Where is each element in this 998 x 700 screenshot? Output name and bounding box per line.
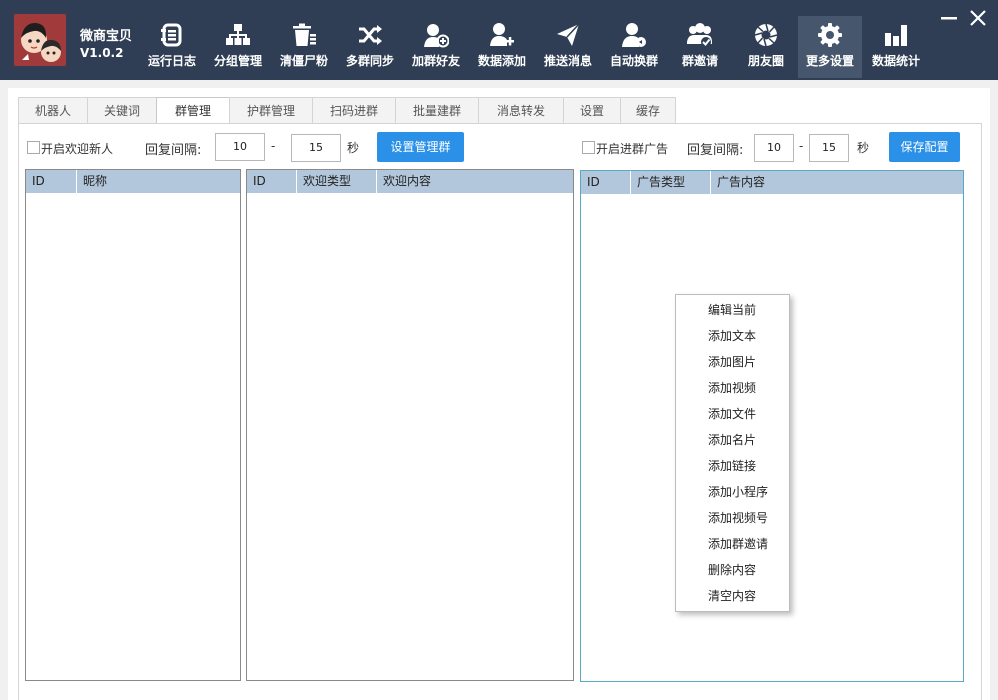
ads-interval-label: 回复间隔: bbox=[687, 143, 744, 158]
nav-label: 推送消息 bbox=[543, 54, 592, 68]
nav-group-manage[interactable]: 分组管理 bbox=[206, 18, 270, 78]
menu-add-text[interactable]: 添加文本 bbox=[676, 323, 789, 349]
welcome-interval-max-input[interactable]: 15 bbox=[291, 134, 341, 162]
ads-enable-label: 开启进群广告 bbox=[596, 142, 669, 156]
user-switch-icon bbox=[622, 23, 646, 47]
welcome-interval-min-input[interactable]: 10 bbox=[215, 133, 265, 161]
nav-data-add[interactable]: 数据添加 bbox=[470, 18, 534, 78]
send-icon bbox=[557, 23, 580, 46]
column-header-ad-type[interactable]: 广告类型 bbox=[631, 171, 711, 194]
tab-group-protect[interactable]: 护群管理 bbox=[229, 97, 313, 124]
nav-data-stats[interactable]: 数据统计 bbox=[864, 18, 928, 78]
menu-add-card[interactable]: 添加名片 bbox=[676, 427, 789, 453]
nav-multi-sync[interactable]: 多群同步 bbox=[338, 18, 402, 78]
tab-cache[interactable]: 缓存 bbox=[620, 97, 676, 124]
nav-group-invite[interactable]: 群邀请 bbox=[668, 18, 732, 78]
nav-label: 数据统计 bbox=[871, 54, 920, 68]
tab-message-forward[interactable]: 消息转发 bbox=[478, 97, 564, 124]
context-menu: 编辑当前 添加文本 添加图片 添加视频 添加文件 添加名片 添加链接 添加小程序… bbox=[675, 294, 790, 612]
menu-edit-current[interactable]: 编辑当前 bbox=[676, 297, 789, 323]
ads-interval-separator: - bbox=[799, 139, 804, 153]
minimize-button[interactable] bbox=[940, 8, 958, 26]
welcome-interval-label: 回复间隔: bbox=[145, 143, 202, 158]
column-header-welcome-type[interactable]: 欢迎类型 bbox=[297, 170, 377, 193]
welcome-interval-unit: 秒 bbox=[347, 141, 360, 155]
close-button[interactable] bbox=[968, 8, 988, 28]
app-name: 微商宝贝 bbox=[80, 29, 133, 44]
nav-label: 朋友圈 bbox=[747, 54, 784, 68]
menu-delete-content[interactable]: 删除内容 bbox=[676, 557, 789, 583]
column-header-id[interactable]: ID bbox=[26, 170, 77, 193]
set-admin-group-button[interactable]: 设置管理群 bbox=[377, 132, 464, 162]
welcome-table-header: ID 欢迎类型 欢迎内容 bbox=[247, 170, 573, 193]
app-logo bbox=[14, 14, 66, 66]
column-header-id[interactable]: ID bbox=[247, 170, 297, 193]
ads-enable-checkbox[interactable] bbox=[582, 141, 595, 154]
menu-add-file[interactable]: 添加文件 bbox=[676, 401, 789, 427]
tab-keywords[interactable]: 关键词 bbox=[87, 97, 157, 124]
nav-label: 数据添加 bbox=[477, 54, 526, 68]
tab-content: 开启欢迎新人 回复间隔: 10 - 15 秒 设置管理群 开启进群广告 回复间隔… bbox=[18, 123, 982, 700]
nav-push-message[interactable]: 推送消息 bbox=[536, 18, 600, 78]
nav-label: 自动换群 bbox=[609, 54, 658, 68]
nav-label: 多群同步 bbox=[345, 54, 394, 68]
add-user-icon bbox=[490, 23, 514, 46]
tab-group-manage[interactable]: 群管理 bbox=[156, 97, 230, 125]
tab-robot[interactable]: 机器人 bbox=[18, 97, 88, 124]
menu-add-image[interactable]: 添加图片 bbox=[676, 349, 789, 375]
welcome-enable-checkbox[interactable] bbox=[27, 141, 40, 154]
shuffle-icon bbox=[359, 25, 382, 45]
groups-table[interactable]: ID 昵称 bbox=[25, 169, 241, 681]
menu-clear-content[interactable]: 清空内容 bbox=[676, 583, 789, 609]
menu-add-channels[interactable]: 添加视频号 bbox=[676, 505, 789, 531]
column-header-welcome-content[interactable]: 欢迎内容 bbox=[377, 170, 573, 193]
aperture-icon bbox=[754, 23, 778, 47]
org-chart-icon bbox=[226, 24, 250, 45]
nav-more-settings[interactable]: 更多设置 bbox=[798, 16, 862, 78]
ads-interval-max-input[interactable]: 15 bbox=[809, 134, 849, 162]
column-header-ad-content[interactable]: 广告内容 bbox=[711, 171, 963, 194]
group-invite-icon bbox=[687, 23, 712, 47]
menu-add-group-invite[interactable]: 添加群邀请 bbox=[676, 531, 789, 557]
groups-table-header: ID 昵称 bbox=[26, 170, 240, 193]
bar-chart-icon bbox=[885, 25, 907, 46]
trash-icon bbox=[293, 23, 316, 46]
nav-label: 群邀请 bbox=[681, 54, 718, 68]
ads-interval-unit: 秒 bbox=[857, 141, 870, 155]
column-header-nickname[interactable]: 昵称 bbox=[77, 170, 240, 193]
tab-settings[interactable]: 设置 bbox=[563, 97, 621, 124]
nav-label: 分组管理 bbox=[213, 54, 262, 68]
nav-auto-switch-group[interactable]: 自动换群 bbox=[602, 18, 666, 78]
nav-label: 更多设置 bbox=[805, 54, 854, 68]
nav-run-log[interactable]: 运行日志 bbox=[140, 18, 204, 78]
nav-clean-zombies[interactable]: 清僵尸粉 bbox=[272, 18, 336, 78]
main-panel: 机器人 关键词 群管理 护群管理 扫码进群 批量建群 消息转发 设置 缓存 开启… bbox=[8, 88, 990, 700]
nav-label: 运行日志 bbox=[147, 54, 196, 68]
ads-table-header: ID 广告类型 广告内容 bbox=[581, 171, 963, 194]
app-header: 微商宝贝 V1.0.2 运行日志 分组管理 清僵尸粉 多群同步 加群好友 数据添… bbox=[0, 0, 998, 80]
nav-moments[interactable]: 朋友圈 bbox=[734, 18, 798, 78]
menu-add-link[interactable]: 添加链接 bbox=[676, 453, 789, 479]
menu-add-video[interactable]: 添加视频 bbox=[676, 375, 789, 401]
nav-add-group-friends[interactable]: 加群好友 bbox=[404, 18, 468, 78]
column-header-id[interactable]: ID bbox=[581, 171, 631, 194]
menu-add-mini-program[interactable]: 添加小程序 bbox=[676, 479, 789, 505]
ads-interval-min-input[interactable]: 10 bbox=[754, 134, 794, 162]
log-icon bbox=[161, 23, 182, 47]
save-config-button[interactable]: 保存配置 bbox=[889, 132, 960, 162]
add-friend-icon bbox=[424, 24, 449, 48]
nav-label: 加群好友 bbox=[411, 54, 460, 68]
tab-batch-create[interactable]: 批量建群 bbox=[395, 97, 479, 124]
welcome-table[interactable]: ID 欢迎类型 欢迎内容 bbox=[246, 169, 574, 681]
tab-scan-join[interactable]: 扫码进群 bbox=[312, 97, 396, 124]
nav-label: 清僵尸粉 bbox=[279, 54, 328, 68]
gear-icon bbox=[818, 23, 842, 47]
welcome-enable-label: 开启欢迎新人 bbox=[41, 142, 114, 156]
welcome-interval-separator: - bbox=[271, 139, 276, 153]
app-version: V1.0.2 bbox=[80, 46, 124, 60]
